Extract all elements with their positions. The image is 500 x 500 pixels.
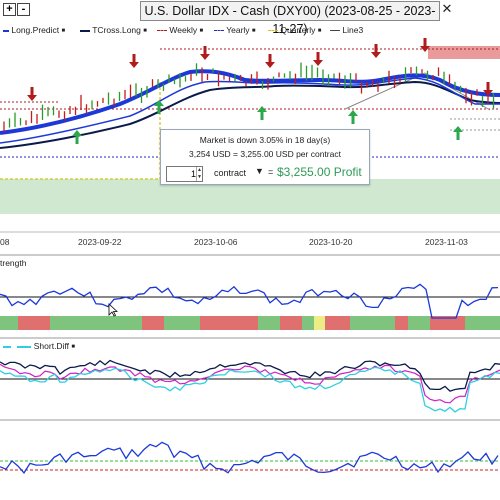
spinner-arrows-icon[interactable]: ▲ ▼ (196, 167, 202, 181)
legend-swatch-icon (330, 30, 340, 32)
strength-segment (142, 316, 164, 330)
strength-segment (258, 316, 280, 330)
legend-label: Long.Predict (11, 25, 60, 35)
chart-window: + - U.S. Dollar IDX - Cash (DXY00) (2023… (0, 0, 500, 500)
legend-long-predict[interactable]: Long.Predict ■ (3, 25, 65, 35)
chart-canvas[interactable] (0, 0, 500, 500)
legend-quarterly[interactable]: Quarterly ■ (268, 25, 321, 35)
legend-dot-icon: ■ (71, 343, 76, 350)
equals-sign: = (268, 167, 274, 177)
strength-segment (280, 316, 302, 330)
bottom-blue-line (0, 441, 499, 474)
legend-label: Quarterly (280, 25, 316, 35)
strength-segment (72, 316, 142, 330)
legend-swatch-icon (214, 30, 224, 32)
strength-segment (0, 316, 18, 330)
shortdiff-cyan-line (0, 366, 500, 413)
market-change-text: Market is down 3.05% in 18 day(s) (199, 135, 331, 145)
legend-swatch-icon (17, 345, 32, 348)
legend-swatch-icon (3, 29, 9, 32)
strength-segment (314, 316, 325, 330)
legend-label: TCross.Long (92, 25, 141, 35)
strength-line (0, 283, 499, 319)
strength-segment (408, 316, 430, 330)
shortdiff-panel-legend[interactable]: Short.Diff ■ (3, 341, 75, 351)
strength-segment (50, 316, 72, 330)
x-axis-date-label: 2023-10-20 (309, 237, 353, 247)
legend-label: Yearly (226, 25, 250, 35)
legend-dot-icon: ■ (143, 27, 147, 34)
legend-line3[interactable]: Line3 (330, 25, 363, 35)
x-axis-date-label: 2023-11-03 (425, 237, 468, 247)
profit-amount: $3,255.00 Profit (277, 165, 362, 179)
legend-dot-icon: ■ (61, 27, 66, 34)
legend-swatch-icon (268, 30, 278, 32)
contract-dropdown-icon[interactable]: ▼ (255, 166, 264, 176)
x-axis-date-label: 08 (0, 237, 10, 247)
legend-swatch-icon (157, 30, 167, 32)
strength-segment (18, 316, 50, 330)
profit-tooltip: Market is down 3.05% in 18 day(s) 3,254 … (160, 129, 370, 185)
legend-dot-icon: ■ (251, 27, 256, 34)
legend-label: Weekly (169, 25, 198, 35)
legend-yearly[interactable]: Yearly ■ (214, 25, 256, 35)
legend-dot-icon: ■ (199, 27, 204, 34)
strength-segment (395, 316, 408, 330)
strength-segment (200, 316, 258, 330)
strength-segment (325, 316, 350, 330)
resistance-band (428, 46, 500, 59)
zoom-out-button[interactable]: - (17, 3, 30, 16)
strength-segment (164, 316, 200, 330)
x-axis-date-label: 2023-09-22 (78, 237, 122, 247)
strength-segment (465, 316, 500, 330)
legend-tcross-long[interactable]: TCross.Long ■ (80, 25, 147, 35)
strength-segment (302, 316, 314, 330)
legend-label: Line3 (342, 25, 364, 35)
shortdiff-navy-line (0, 359, 500, 392)
strength-segment (350, 316, 395, 330)
close-icon[interactable]: ✕ (441, 2, 453, 15)
quantity-stepper[interactable]: 1 ▲ ▼ (166, 166, 203, 182)
legend-swatch-icon (3, 345, 11, 348)
chart-title: U.S. Dollar IDX - Cash (DXY00) (2023-08-… (140, 1, 440, 36)
strength-panel-label: trength (0, 258, 27, 268)
legend-weekly[interactable]: Weekly ■ (157, 25, 203, 35)
shortdiff-label: Short.Diff (33, 341, 70, 351)
legend-dot-icon: ■ (317, 27, 322, 34)
legend-swatch-icon (80, 29, 90, 32)
zoom-in-button[interactable]: + (3, 3, 16, 16)
mouse-pointer-icon (108, 303, 118, 317)
x-axis-date-label: 2023-10-06 (194, 237, 238, 247)
contract-label: contract (214, 168, 247, 178)
strength-color-bar (0, 316, 500, 330)
per-contract-text: 3,254 USD = 3,255.00 USD per contract (189, 149, 341, 159)
